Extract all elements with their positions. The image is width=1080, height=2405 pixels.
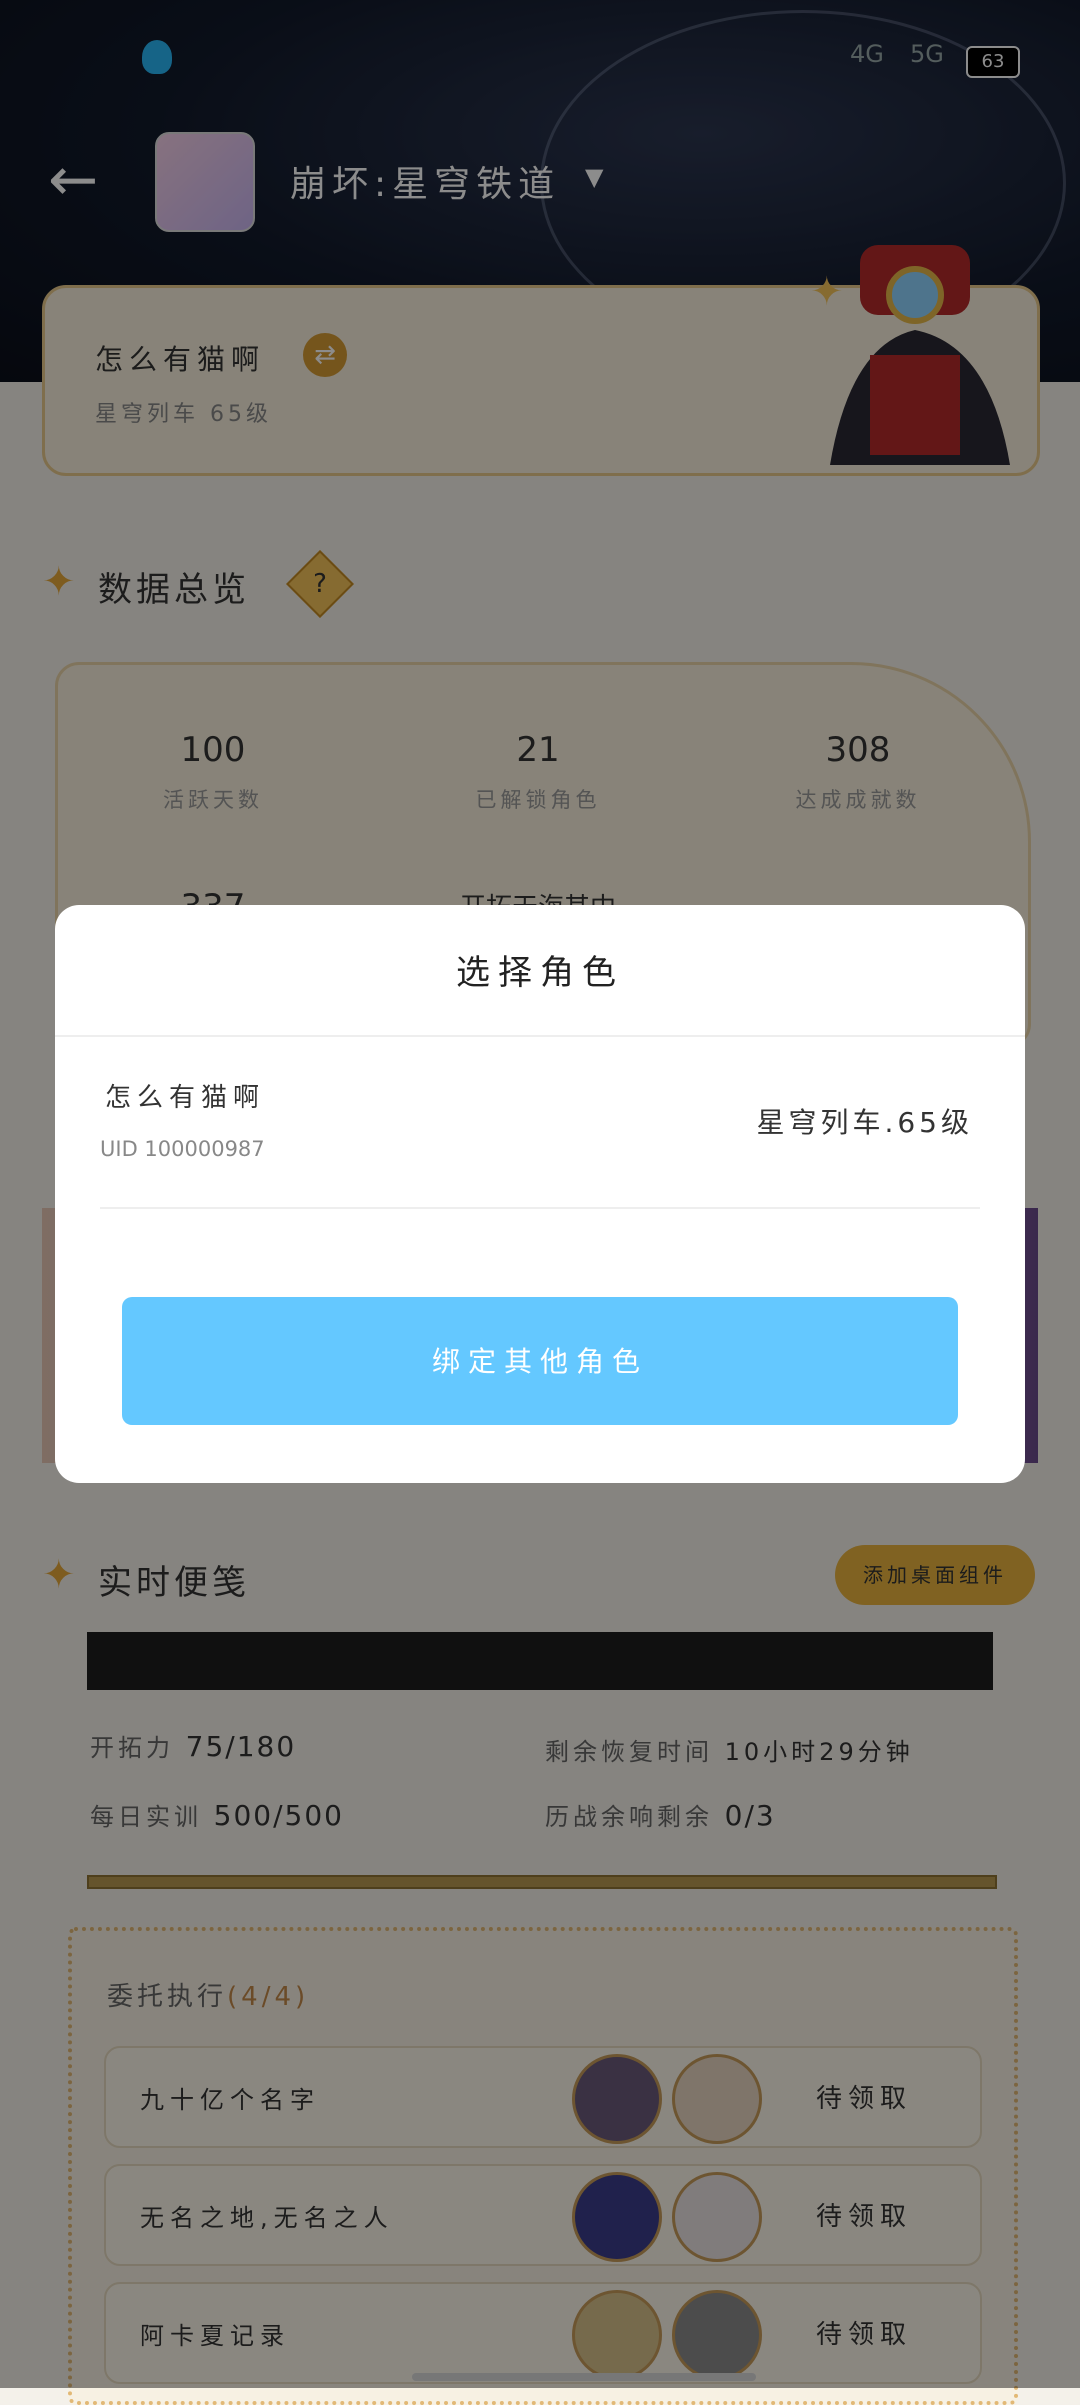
- role-uid: UID 100000987: [100, 1137, 265, 1161]
- modal-title: 选择角色: [456, 953, 624, 993]
- role-name: 怎么有猫啊: [105, 1083, 266, 1113]
- select-role-modal: 选择角色 怎么有猫啊 UID 100000987 星穹列车.65级 绑定其他角色: [55, 905, 1025, 1483]
- bind-other-role-button[interactable]: 绑定其他角色: [122, 1297, 958, 1425]
- divider: [100, 1207, 980, 1209]
- role-level: 星穹列车.65级: [756, 1106, 973, 1139]
- divider: [55, 1035, 1025, 1037]
- home-indicator[interactable]: [412, 2373, 756, 2381]
